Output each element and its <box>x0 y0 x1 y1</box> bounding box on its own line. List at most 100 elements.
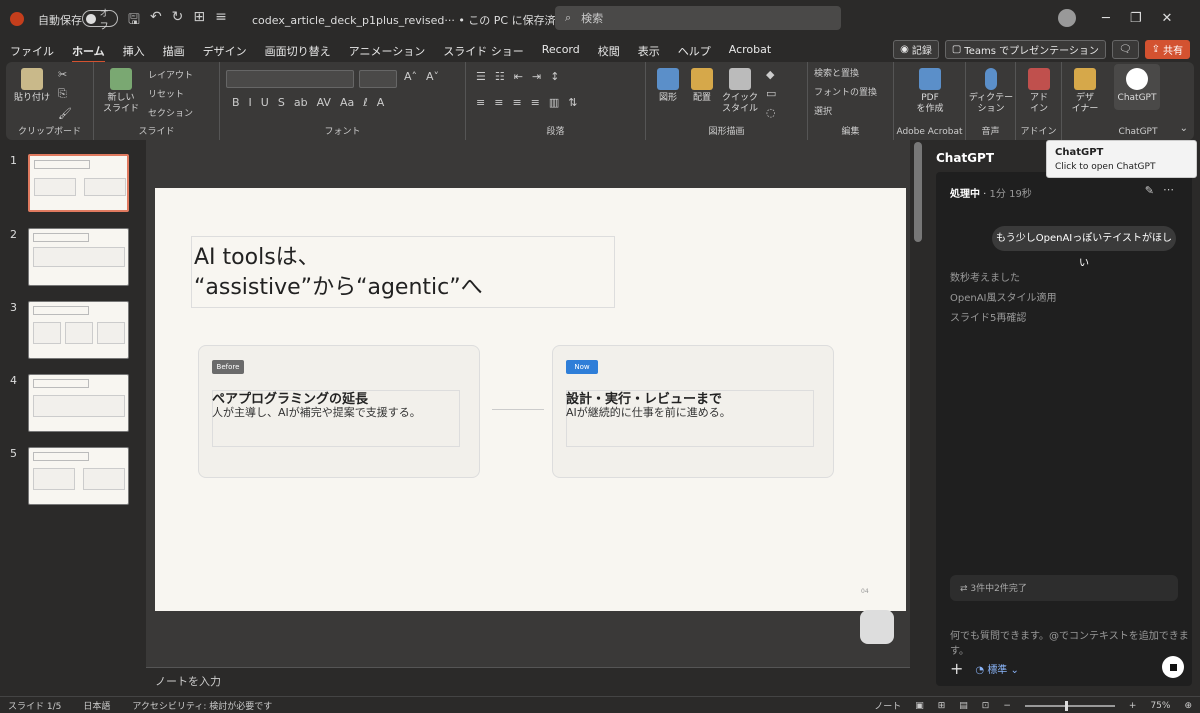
tab-animations[interactable]: アニメーション <box>349 43 426 63</box>
increase-indent-icon[interactable]: ⇥ <box>532 70 541 83</box>
find-replace-button[interactable]: 検索と置換 <box>814 66 877 79</box>
fit-window-icon[interactable]: ⊕ <box>1184 701 1192 711</box>
decrease-indent-icon[interactable]: ⇤ <box>514 70 523 83</box>
add-context-icon[interactable]: + <box>950 659 963 678</box>
tab-acrobat[interactable]: Acrobat <box>729 43 771 63</box>
autosave-toggle[interactable]: オフ <box>82 9 118 32</box>
zoom-out-icon[interactable]: − <box>1003 701 1011 711</box>
create-pdf-button[interactable]: PDF を作成 <box>908 68 952 115</box>
strike-icon[interactable]: S <box>278 96 285 109</box>
tab-slideshow[interactable]: スライド ショー <box>443 43 524 63</box>
case-icon[interactable]: Aa <box>340 96 354 109</box>
teams-present-button[interactable]: ▢ Teams でプレゼンテーション <box>944 40 1106 59</box>
columns-icon[interactable]: ▥ <box>549 96 559 109</box>
tab-insert[interactable]: 挿入 <box>123 43 145 63</box>
replace-font-button[interactable]: フォントの置換 <box>814 85 877 98</box>
more-icon[interactable]: ⋯ <box>1163 183 1174 196</box>
highlight-icon[interactable]: ℓ <box>363 96 368 109</box>
language[interactable]: 日本語 <box>83 699 110 712</box>
record-button[interactable]: ◉ 記録 <box>893 40 939 59</box>
present-icon[interactable]: ⊞ <box>193 9 205 33</box>
tab-help[interactable]: ヘルプ <box>678 43 711 63</box>
document-title[interactable]: codex_article_deck_p1plus_revised··· • こ… <box>252 12 579 28</box>
chat-input[interactable]: 何でも質問できます。@でコンテキストを追加できます。 <box>950 627 1192 657</box>
redo-icon[interactable]: ↻ <box>172 9 184 33</box>
italic-icon[interactable]: I <box>249 96 252 109</box>
zoom-in-icon[interactable]: + <box>1129 701 1137 711</box>
section-button[interactable]: セクション <box>148 106 193 119</box>
align-center-icon[interactable]: ≡ <box>494 96 503 109</box>
thumbnail-5[interactable]: 5 <box>8 447 133 507</box>
bullets-icon[interactable]: ☰ <box>476 70 486 83</box>
new-slide-button[interactable]: 新しい スライド <box>100 68 142 115</box>
thumbnail-1[interactable]: 1 <box>8 154 133 214</box>
thumbnail-2[interactable]: 2 <box>8 228 133 288</box>
paste-button[interactable]: 貼り付け <box>14 68 50 104</box>
designer-button[interactable]: デザ イナー <box>1066 68 1104 115</box>
reading-view-icon[interactable]: ▤ <box>959 701 968 711</box>
font-family-select[interactable] <box>226 70 354 88</box>
slide-title[interactable]: AI toolsは、 “assistive”から“agentic”へ <box>191 236 615 308</box>
shapes-button[interactable]: 図形 <box>650 68 686 104</box>
dictate-button[interactable]: ディクテー ション <box>968 68 1014 115</box>
before-card[interactable]: Before ペアプログラミングの延長 人が主導し、AIが補完や提案で支援する。 <box>198 345 480 478</box>
thumbnail-4[interactable]: 4 <box>8 374 133 434</box>
bold-icon[interactable]: B <box>232 96 240 109</box>
zoom-level[interactable]: 75% <box>1150 701 1170 711</box>
accessibility-status[interactable]: アクセシビリティ: 検討が必要です <box>132 699 272 712</box>
select-button[interactable]: 選択 <box>814 104 877 117</box>
arrange-button[interactable]: 配置 <box>684 68 720 104</box>
chatgpt-ribbon-button[interactable]: ChatGPT <box>1114 64 1160 110</box>
ribbon-collapse-icon[interactable]: ⌄ <box>1180 123 1188 134</box>
avatar[interactable] <box>1058 9 1076 27</box>
tab-home[interactable]: ホーム <box>72 43 105 63</box>
stop-button[interactable] <box>1162 656 1184 678</box>
close-icon[interactable]: ✕ <box>1161 11 1172 26</box>
thumbnail-3[interactable]: 3 <box>8 301 133 361</box>
restore-icon[interactable]: ❐ <box>1130 11 1142 26</box>
tab-design[interactable]: デザイン <box>203 43 247 63</box>
shape-effects-icon[interactable]: ◌ <box>766 106 776 119</box>
editor-scrollbar[interactable] <box>914 142 922 242</box>
notes-toggle[interactable]: ノート <box>874 699 901 712</box>
tab-view[interactable]: 表示 <box>638 43 660 63</box>
slideshow-icon[interactable]: ⊡ <box>982 701 990 711</box>
justify-icon[interactable]: ≡ <box>531 96 540 109</box>
format-painter-icon[interactable]: 🖌 <box>58 107 72 120</box>
undo-icon[interactable]: ↶ <box>150 9 162 33</box>
align-right-icon[interactable]: ≡ <box>512 96 521 109</box>
copy-icon[interactable]: ⎘ <box>58 87 72 101</box>
shape-outline-icon[interactable]: ▭ <box>766 87 776 100</box>
shape-fill-icon[interactable]: ◆ <box>766 68 776 81</box>
slide-canvas[interactable]: AI toolsは、 “assistive”から“agentic”へ Befor… <box>155 188 906 611</box>
text-direction-icon[interactable]: ⇅ <box>568 96 577 109</box>
edit-icon[interactable]: ✎ <box>1145 184 1154 197</box>
underline-icon[interactable]: U <box>261 96 269 109</box>
customize-icon[interactable]: ≡ <box>215 9 227 33</box>
font-size-select[interactable] <box>359 70 397 88</box>
tab-transitions[interactable]: 画面切り替え <box>265 43 331 63</box>
notes-pane[interactable]: ノートを入力 <box>146 667 910 696</box>
grow-font-icon[interactable]: A˄ <box>404 70 417 83</box>
quick-style-button[interactable]: クイック スタイル <box>718 68 762 115</box>
tab-record[interactable]: Record <box>542 43 580 63</box>
layout-button[interactable]: レイアウト <box>148 68 193 81</box>
numbering-icon[interactable]: ☷ <box>495 70 505 83</box>
tab-file[interactable]: ファイル <box>10 43 54 63</box>
share-button[interactable]: ⇪ 共有 <box>1144 40 1190 59</box>
comments-button[interactable]: 🗨 <box>1111 40 1139 59</box>
shadow-icon[interactable]: ab <box>294 96 308 109</box>
zoom-handle[interactable] <box>1064 700 1068 711</box>
spacing-icon[interactable]: AV <box>317 96 331 109</box>
search-box[interactable]: ⌕ 検索 <box>555 6 841 30</box>
shrink-font-icon[interactable]: A˅ <box>426 70 439 83</box>
copilot-icon[interactable] <box>860 610 894 644</box>
cut-icon[interactable]: ✂ <box>58 68 72 81</box>
align-left-icon[interactable]: ≡ <box>476 96 485 109</box>
now-card[interactable]: Now 設計・実行・レビューまで AIが継続的に仕事を前に進める。 <box>552 345 834 478</box>
minimize-icon[interactable]: ─ <box>1102 11 1110 26</box>
tab-review[interactable]: 校閲 <box>598 43 620 63</box>
save-icon[interactable]: 🖫 <box>128 9 140 33</box>
reset-button[interactable]: リセット <box>148 87 193 100</box>
slide-sorter-icon[interactable]: ⊞ <box>938 701 946 711</box>
